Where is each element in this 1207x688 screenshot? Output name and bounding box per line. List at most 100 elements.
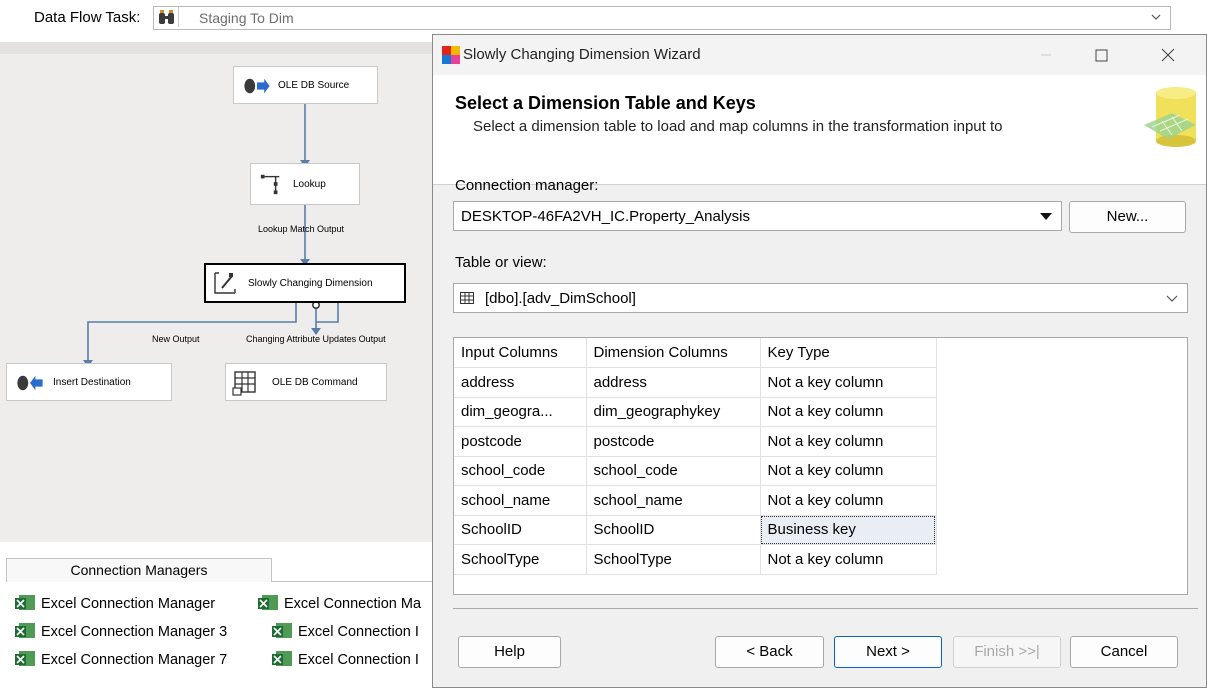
connection-manager-label: Excel Connection I (298, 624, 419, 640)
excel-icon (272, 623, 292, 638)
table-or-view-label: Table or view: (455, 254, 547, 271)
connection-manager-item[interactable]: Excel Connection Manager (14, 594, 215, 614)
connection-manager-label: Excel Connection Ma (284, 596, 422, 612)
insert-destination-node[interactable]: Insert Destination (6, 363, 172, 401)
table-row[interactable]: postcode postcode Not a key column (454, 426, 937, 457)
dialog-title-bar[interactable]: Slowly Changing Dimension Wizard (433, 35, 1206, 75)
connection-manager-item[interactable]: Excel Connection Ma (257, 594, 421, 614)
node-label: Slowly Changing Dimension (248, 277, 373, 289)
node-label: Insert Destination (53, 376, 131, 388)
connection-manager-item[interactable]: Excel Connection Manager 7 (14, 650, 227, 670)
column-header-key-type: Key Type (760, 338, 937, 368)
key-type-cell[interactable]: Not a key column (760, 485, 937, 516)
column-mapping-grid[interactable]: Input Columns Dimension Columns Key Type… (453, 337, 1188, 595)
connection-manager-item[interactable]: Excel Connection I (271, 622, 419, 642)
dimension-column-cell[interactable]: school_name (586, 485, 761, 516)
connection-manager-item[interactable]: Excel Connection Manager 3 (14, 622, 227, 642)
key-type-cell[interactable]: Not a key column (760, 544, 937, 575)
minimize-icon[interactable] (1023, 35, 1069, 75)
flow-label-new-output: New Output (152, 334, 200, 344)
back-button[interactable]: < Back (715, 636, 824, 668)
table-header-row: Input Columns Dimension Columns Key Type (454, 338, 937, 368)
table-or-view-select[interactable]: [dbo].[adv_DimSchool] (453, 283, 1188, 313)
lookup-node[interactable]: Lookup (250, 163, 360, 205)
cancel-button[interactable]: Cancel (1070, 636, 1178, 668)
table-row[interactable]: address address Not a key column (454, 367, 937, 398)
connection-manager-select[interactable]: DESKTOP-46FA2VH_IC.Property_Analysis (453, 201, 1062, 231)
input-column-cell[interactable]: SchoolType (454, 544, 587, 575)
key-type-cell[interactable]: Not a key column (760, 456, 937, 486)
key-type-cell[interactable]: Not a key column (760, 426, 937, 457)
column-header-dimension-columns: Dimension Columns (586, 338, 761, 368)
key-type-cell[interactable]: Not a key column (760, 367, 937, 398)
connection-managers-panel: Connection Managers Excel Connection Man… (0, 548, 432, 688)
flow-label-changing-attribute: Changing Attribute Updates Output (246, 334, 386, 344)
dimension-column-cell[interactable]: SchoolID (586, 515, 761, 545)
help-button[interactable]: Help (458, 636, 561, 668)
maximize-icon[interactable] (1078, 35, 1124, 75)
column-mapping-table: Input Columns Dimension Columns Key Type… (454, 338, 937, 575)
new-connection-button[interactable]: New... (1069, 201, 1186, 233)
page-subtitle: Select a dimension table to load and map… (473, 118, 1003, 135)
input-column-cell[interactable]: school_code (454, 456, 587, 486)
column-header-input-columns: Input Columns (454, 338, 587, 368)
table-row[interactable]: school_name school_name Not a key column (454, 485, 937, 516)
table-row[interactable]: school_code school_code Not a key column (454, 456, 937, 486)
tab-connection-managers[interactable]: Connection Managers (6, 558, 272, 582)
input-column-cell[interactable]: SchoolID (454, 515, 587, 545)
node-label: OLE DB Source (278, 79, 350, 91)
database-table-icon (1144, 87, 1196, 147)
key-type-cell-selected[interactable]: Business key (760, 515, 937, 545)
ole-db-command-icon (232, 371, 256, 396)
dimension-column-cell[interactable]: school_code (586, 456, 761, 486)
node-label: OLE DB Command (272, 376, 358, 388)
dimension-column-cell[interactable]: SchoolType (586, 544, 761, 575)
divider (453, 608, 1198, 609)
connection-manager-value: DESKTOP-46FA2VH_IC.Property_Analysis (461, 208, 751, 225)
ole-db-source-icon (244, 78, 270, 94)
divider (272, 581, 432, 582)
insert-destination-icon (17, 375, 43, 391)
connection-manager-item[interactable]: Excel Connection I (271, 650, 419, 670)
scd-icon (214, 272, 236, 294)
chevron-down-icon[interactable] (1157, 284, 1187, 312)
connection-manager-label: Excel Connection I (298, 652, 419, 668)
table-row[interactable]: SchoolType SchoolType Not a key column (454, 544, 937, 575)
excel-icon (15, 623, 35, 638)
flow-label-lookup-match: Lookup Match Output (258, 224, 345, 234)
next-button[interactable]: Next > (834, 636, 942, 668)
dimension-column-cell[interactable]: dim_geographykey (586, 397, 761, 427)
connection-manager-label: Excel Connection Manager 3 (41, 624, 228, 640)
excel-icon (272, 651, 292, 666)
connection-manager-label: Excel Connection Manager (41, 596, 216, 612)
table-or-view-value: [dbo].[adv_DimSchool] (485, 290, 636, 307)
ole-db-command-node[interactable]: OLE DB Command (225, 363, 387, 401)
excel-icon (15, 595, 35, 610)
finish-button[interactable]: Finish >>| (953, 636, 1061, 668)
connection-manager-label: Connection manager: (455, 177, 599, 194)
key-type-cell[interactable]: Not a key column (760, 397, 937, 427)
wizard-header: Select a Dimension Table and Keys Select… (433, 75, 1206, 185)
scd-node[interactable]: Slowly Changing Dimension (204, 263, 406, 303)
lookup-icon (260, 174, 280, 195)
chevron-down-icon[interactable] (1150, 11, 1162, 23)
close-icon[interactable] (1145, 35, 1191, 75)
dimension-column-cell[interactable]: address (586, 367, 761, 398)
page-title: Select a Dimension Table and Keys (455, 93, 756, 113)
input-column-cell[interactable]: school_name (454, 485, 587, 516)
table-icon (460, 292, 474, 304)
scd-wizard-dialog: Slowly Changing Dimension Wizard Select … (432, 34, 1207, 688)
table-row[interactable]: dim_geogra... dim_geographykey Not a key… (454, 397, 937, 427)
dropdown-arrow-icon[interactable] (1031, 202, 1061, 230)
excel-icon (15, 651, 35, 666)
dialog-title: Slowly Changing Dimension Wizard (463, 46, 701, 63)
input-column-cell[interactable]: address (454, 367, 587, 398)
dimension-column-cell[interactable]: postcode (586, 426, 761, 457)
wizard-app-icon (442, 46, 460, 64)
node-label: Lookup (293, 178, 326, 190)
table-row[interactable]: SchoolID SchoolID Business key (454, 515, 937, 545)
input-column-cell[interactable]: dim_geogra... (454, 397, 587, 427)
excel-icon (258, 595, 278, 610)
input-column-cell[interactable]: postcode (454, 426, 587, 457)
ole-db-source-node[interactable]: OLE DB Source (233, 66, 378, 104)
